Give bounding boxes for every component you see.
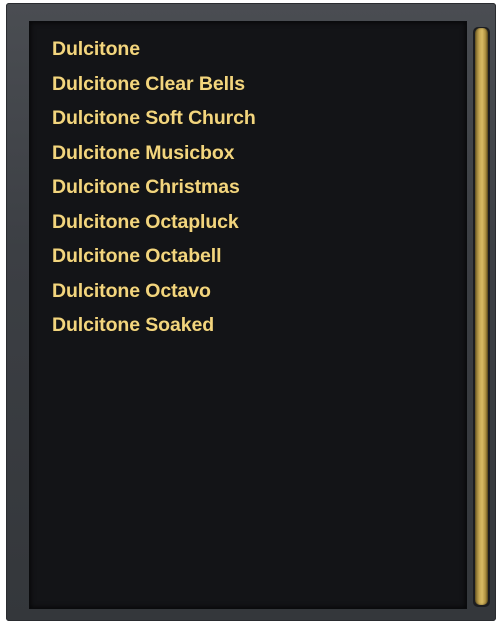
preset-item-dulcitone-christmas[interactable]: Dulcitone Christmas [52, 174, 256, 209]
scrollbar-track[interactable] [473, 27, 490, 607]
preset-item-dulcitone-octavo[interactable]: Dulcitone Octavo [52, 278, 256, 313]
preset-item-dulcitone-musicbox[interactable]: Dulcitone Musicbox [52, 140, 256, 175]
preset-item-dulcitone-clear-bells[interactable]: Dulcitone Clear Bells [52, 71, 256, 106]
preset-item-dulcitone-soaked[interactable]: Dulcitone Soaked [52, 312, 256, 347]
preset-browser-frame: Dulcitone Dulcitone Clear Bells Dulciton… [6, 3, 496, 621]
scrollbar-thumb[interactable] [475, 28, 488, 605]
preset-list-panel: Dulcitone Dulcitone Clear Bells Dulciton… [29, 21, 467, 609]
preset-item-dulcitone[interactable]: Dulcitone [52, 36, 256, 71]
preset-list: Dulcitone Dulcitone Clear Bells Dulciton… [52, 36, 256, 347]
preset-item-dulcitone-octabell[interactable]: Dulcitone Octabell [52, 243, 256, 278]
preset-item-dulcitone-soft-church[interactable]: Dulcitone Soft Church [52, 105, 256, 140]
preset-item-dulcitone-octapluck[interactable]: Dulcitone Octapluck [52, 209, 256, 244]
